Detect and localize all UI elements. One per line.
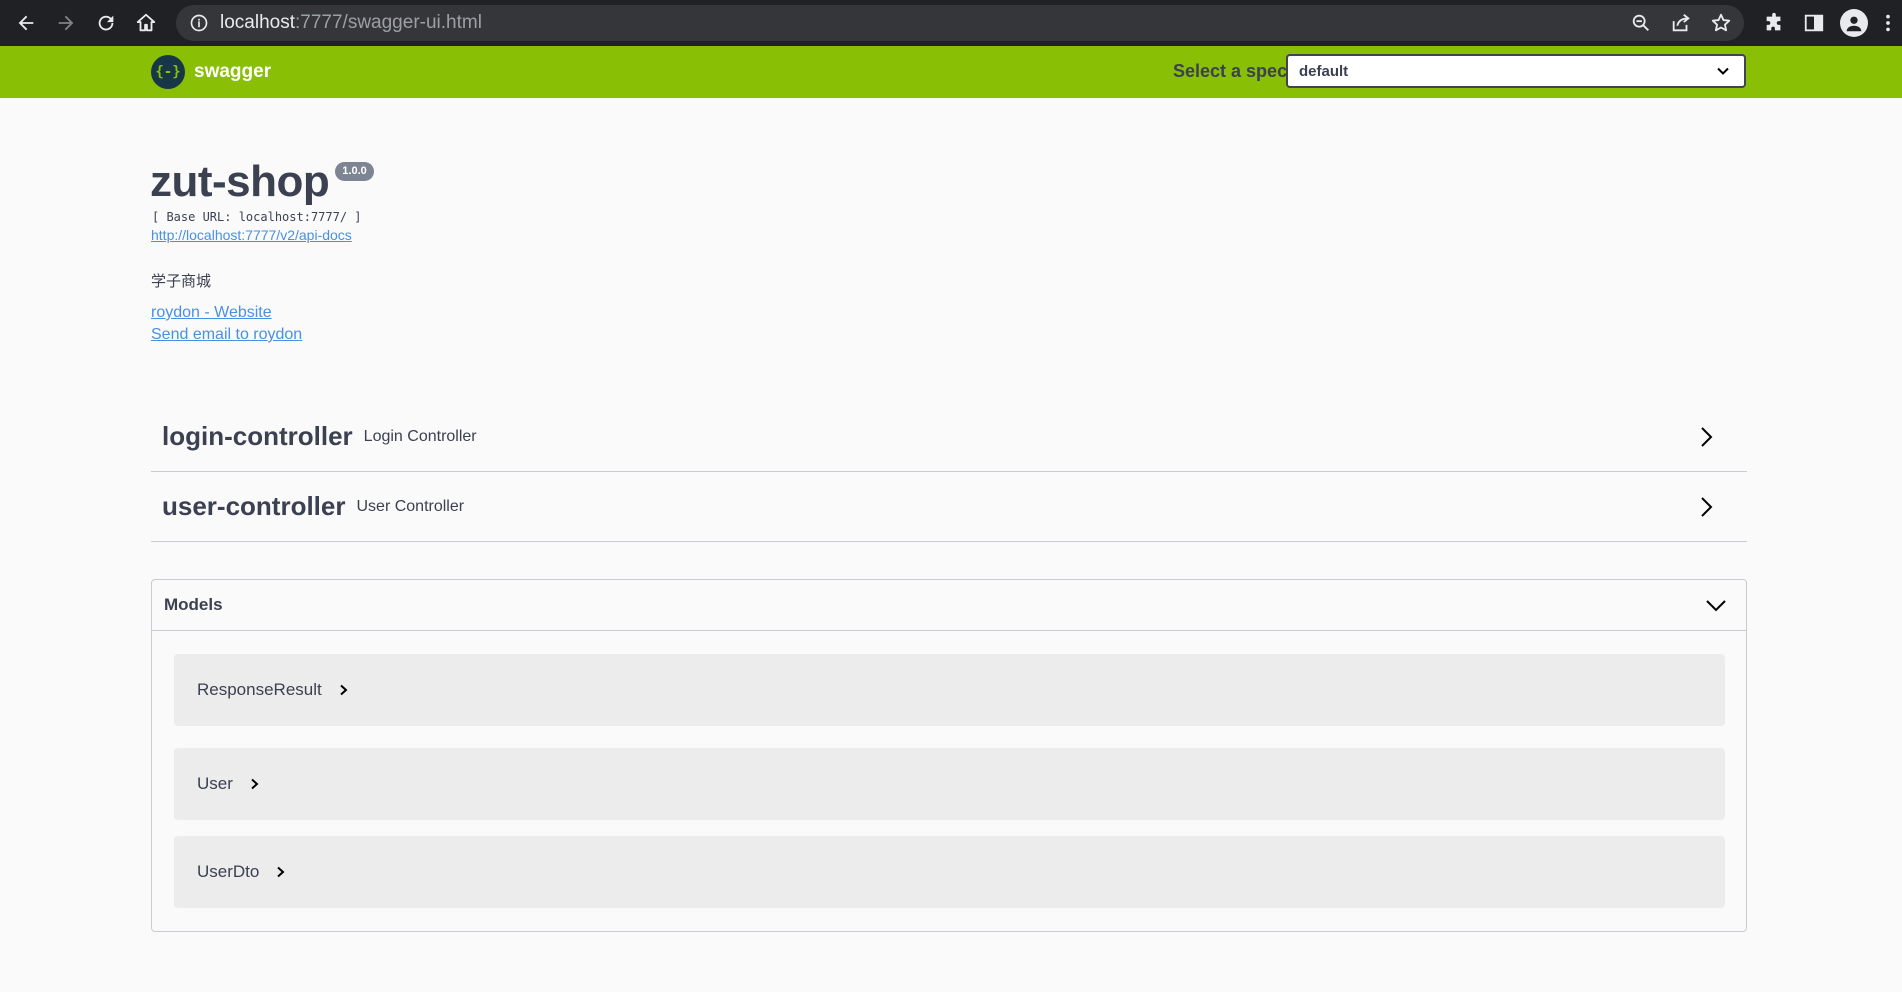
chevron-right-icon [251, 778, 259, 790]
side-panel-button[interactable] [1794, 0, 1834, 46]
tag-description: Login Controller [363, 427, 477, 445]
zoom-icon[interactable] [1630, 12, 1652, 34]
forward-button[interactable] [46, 0, 86, 46]
url-host: localhost [220, 12, 295, 33]
tag-login-controller[interactable]: login-controller Login Controller [151, 402, 1747, 472]
url-text: localhost:7777/swagger-ui.html [220, 12, 482, 34]
api-docs-link[interactable]: http://localhost:7777/v2/api-docs [151, 227, 352, 243]
chevron-right-icon [1701, 496, 1713, 517]
model-name: UserDto [197, 862, 260, 881]
menu-button[interactable] [1874, 0, 1902, 46]
swagger-topbar: {-} swagger Select a spec default [0, 46, 1902, 98]
tag-name: login-controller [162, 421, 353, 451]
model-item-user[interactable]: User [174, 748, 1725, 820]
reload-button[interactable] [86, 0, 126, 46]
swagger-logo-icon: {-} [151, 55, 185, 89]
model-item-userdto[interactable]: UserDto [174, 836, 1725, 908]
chevron-down-icon [1717, 67, 1729, 75]
arrow-left-icon [18, 15, 34, 31]
models-section: Models ResponseResult User UserDto [151, 579, 1747, 932]
spec-select-value: default [1299, 62, 1349, 80]
url-path: :7777/swagger-ui.html [295, 12, 482, 33]
base-url: [ Base URL: localhost:7777/ ] [152, 210, 362, 224]
star-icon[interactable] [1710, 12, 1732, 34]
kebab-menu-icon [1886, 14, 1890, 32]
email-link[interactable]: Send email to roydon [151, 326, 302, 344]
model-name: ResponseResult [197, 680, 322, 699]
home-icon [136, 13, 156, 32]
version-badge: 1.0.0 [335, 162, 374, 181]
chevron-right-icon [340, 684, 348, 696]
home-button[interactable] [126, 0, 166, 46]
models-title: Models [164, 595, 223, 614]
models-header[interactable]: Models [152, 580, 1746, 631]
swagger-logo[interactable]: {-} swagger [151, 55, 271, 89]
swagger-logo-text: swagger [194, 61, 272, 82]
puzzle-icon [1766, 12, 1781, 31]
api-title-row: zut-shop 1.0.0 [150, 158, 374, 206]
chevron-down-icon [1706, 600, 1726, 612]
chevron-right-icon [277, 866, 285, 878]
side-panel-icon [1804, 14, 1824, 32]
spec-select[interactable]: default [1286, 54, 1746, 88]
site-info-icon[interactable] [188, 12, 210, 34]
address-bar[interactable]: localhost:7777/swagger-ui.html [176, 5, 1744, 41]
tag-user-controller[interactable]: user-controller User Controller [151, 472, 1747, 542]
extensions-button[interactable] [1754, 0, 1794, 46]
chevron-right-icon [1701, 426, 1713, 447]
api-description: 学子商城 [151, 273, 212, 290]
arrow-right-icon [58, 15, 74, 31]
model-item-responseresult[interactable]: ResponseResult [174, 654, 1725, 726]
back-button[interactable] [6, 0, 46, 46]
avatar-icon [1840, 9, 1868, 37]
share-icon[interactable] [1670, 12, 1692, 34]
profile-button[interactable] [1834, 0, 1874, 46]
website-link[interactable]: roydon - Website [151, 304, 272, 322]
spec-select-label: Select a spec [1173, 61, 1288, 81]
tag-description: User Controller [356, 497, 465, 515]
tag-name: user-controller [162, 491, 346, 521]
api-title: zut-shop [150, 157, 330, 206]
reload-icon [98, 15, 114, 31]
browser-toolbar: localhost:7777/swagger-ui.html [0, 0, 1902, 46]
model-name: User [197, 774, 233, 793]
